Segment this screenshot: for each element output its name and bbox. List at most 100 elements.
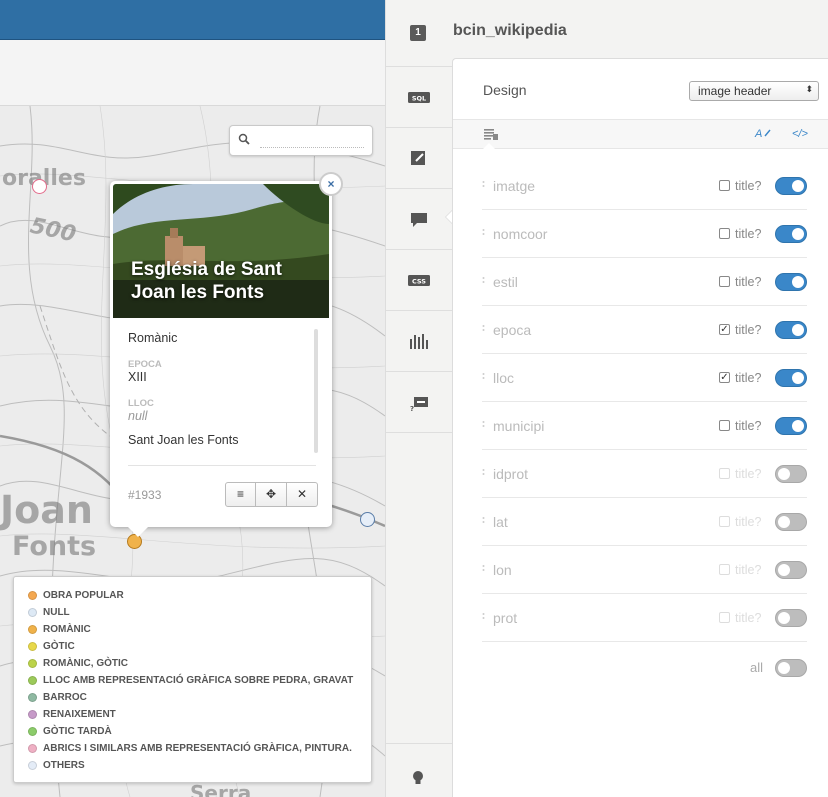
layer-number-badge: 1	[410, 25, 426, 41]
layer-panel: 1 bcin_wikipedia SQL CSS ? Design image …	[385, 0, 828, 797]
toggle-knob	[792, 420, 804, 432]
field-row-municipi[interactable]: municipi title?	[482, 402, 807, 450]
lightbulb-icon	[413, 771, 423, 784]
field-row-estil[interactable]: estil title?	[482, 258, 807, 306]
drag-handle-icon[interactable]	[482, 419, 485, 429]
legend-item: GÒTIC TARDÀ	[28, 723, 371, 740]
sql-icon: SQL	[408, 92, 430, 103]
field-visibility-toggle[interactable]	[775, 465, 807, 483]
field-name: idprot	[493, 466, 529, 482]
field-visibility-toggle[interactable]	[775, 369, 807, 387]
field-row-prot[interactable]: prot title?	[482, 594, 807, 642]
map-marker[interactable]	[360, 512, 375, 527]
fields-list-icon[interactable]	[484, 129, 498, 141]
wizard-icon	[411, 151, 425, 165]
drag-handle-icon[interactable]	[482, 563, 485, 573]
legend-item: NULL	[28, 604, 371, 621]
field-row-epoca[interactable]: epoca ✓ title?	[482, 306, 807, 354]
drag-handle-icon[interactable]	[482, 515, 485, 525]
title-label: title?	[735, 179, 762, 193]
list-button[interactable]: ≡	[225, 482, 256, 507]
css-icon: CSS	[408, 275, 430, 286]
field-name: lat	[493, 514, 508, 530]
field-row-idprot[interactable]: idprot title?	[482, 450, 807, 498]
map-search-box[interactable]	[229, 125, 373, 156]
popup-scrollbar[interactable]	[314, 329, 318, 453]
title-checkbox-checked[interactable]: ✓	[719, 324, 730, 335]
field-visibility-toggle[interactable]	[775, 417, 807, 435]
title-label: title?	[735, 371, 762, 385]
field-name: estil	[493, 274, 518, 290]
title-checkbox[interactable]	[719, 468, 730, 479]
title-checkbox[interactable]	[719, 516, 730, 527]
legend-swatch	[28, 727, 37, 736]
field-visibility-toggle[interactable]	[775, 177, 807, 195]
popup-title: Església de Sant Joan les Fonts	[131, 259, 283, 303]
legend-item: BARROC	[28, 689, 371, 706]
tab-sql[interactable]: SQL	[386, 66, 452, 127]
tab-tooltip[interactable]: ?	[386, 371, 452, 432]
drag-handle-icon[interactable]	[482, 371, 485, 381]
layer-name[interactable]: bcin_wikipedia	[453, 22, 567, 40]
remove-button[interactable]: ✕	[287, 482, 318, 507]
search-icon	[238, 133, 250, 148]
legend-label: ROMÀNIC	[43, 624, 91, 635]
popup-tip	[128, 527, 148, 537]
subtab-pointer	[483, 143, 495, 149]
drag-handle-icon[interactable]	[482, 467, 485, 477]
move-button[interactable]: ✥	[256, 482, 287, 507]
field-row-lon[interactable]: lon title?	[482, 546, 807, 594]
map-label-serra: Serra	[190, 781, 252, 797]
title-checkbox-checked[interactable]: ✓	[719, 372, 730, 383]
title-label: title?	[735, 323, 762, 337]
title-checkbox[interactable]	[719, 612, 730, 623]
legend-label: GÒTIC TARDÀ	[43, 726, 112, 737]
title-checkbox[interactable]	[719, 420, 730, 431]
tooltip-icon: ?	[410, 397, 428, 412]
legend-item: ROMÀNIC, GÒTIC	[28, 655, 371, 672]
field-row-lloc[interactable]: lloc ✓ title?	[482, 354, 807, 402]
popup-divider	[128, 465, 316, 466]
tab-legends[interactable]	[386, 310, 452, 371]
field-visibility-toggle[interactable]	[775, 225, 807, 243]
field-visibility-toggle[interactable]	[775, 513, 807, 531]
tab-infowindow[interactable]	[386, 188, 452, 249]
popup-field-value: null	[128, 409, 148, 423]
legend-swatch	[28, 761, 37, 770]
field-row-imatge[interactable]: imatge title?	[482, 162, 807, 210]
field-visibility-toggle[interactable]	[775, 321, 807, 339]
field-visibility-toggle[interactable]	[775, 561, 807, 579]
tab-wizard[interactable]	[386, 127, 452, 188]
field-visibility-toggle[interactable]	[775, 609, 807, 627]
drag-handle-icon[interactable]	[482, 227, 485, 237]
drag-handle-icon[interactable]	[482, 611, 485, 621]
drag-handle-icon[interactable]	[482, 179, 485, 189]
drag-handle-icon[interactable]	[482, 323, 485, 333]
wizard-link[interactable]: A	[755, 128, 771, 140]
field-name: lloc	[493, 370, 515, 386]
title-label: title?	[735, 563, 762, 577]
popup-close-button[interactable]: ×	[319, 172, 343, 196]
toggle-knob	[792, 276, 804, 288]
search-input[interactable]	[260, 134, 364, 148]
field-row-lat[interactable]: lat title?	[482, 498, 807, 546]
tab-bottom-tool[interactable]	[386, 743, 452, 797]
template-select[interactable]: image header ⬍	[689, 81, 819, 101]
field-row-nomcoor[interactable]: nomcoor title?	[482, 210, 807, 258]
toggle-knob	[792, 372, 804, 384]
code-link[interactable]: </>	[792, 128, 808, 140]
all-fields-toggle[interactable]	[775, 659, 807, 677]
map-toolbar	[0, 40, 385, 106]
title-checkbox[interactable]	[719, 276, 730, 287]
map-marker[interactable]	[32, 179, 47, 194]
title-checkbox[interactable]	[719, 180, 730, 191]
drag-handle-icon[interactable]	[482, 275, 485, 285]
field-visibility-toggle[interactable]	[775, 273, 807, 291]
title-checkbox[interactable]	[719, 564, 730, 575]
legend-item: ABRICS I SIMILARS AMB REPRESENTACIÓ GRÀF…	[28, 740, 371, 757]
svg-text:?: ?	[410, 405, 414, 412]
tab-css[interactable]: CSS	[386, 249, 452, 310]
title-checkbox[interactable]	[719, 228, 730, 239]
legend-swatch	[28, 693, 37, 702]
legend-item: OTHERS	[28, 757, 371, 774]
